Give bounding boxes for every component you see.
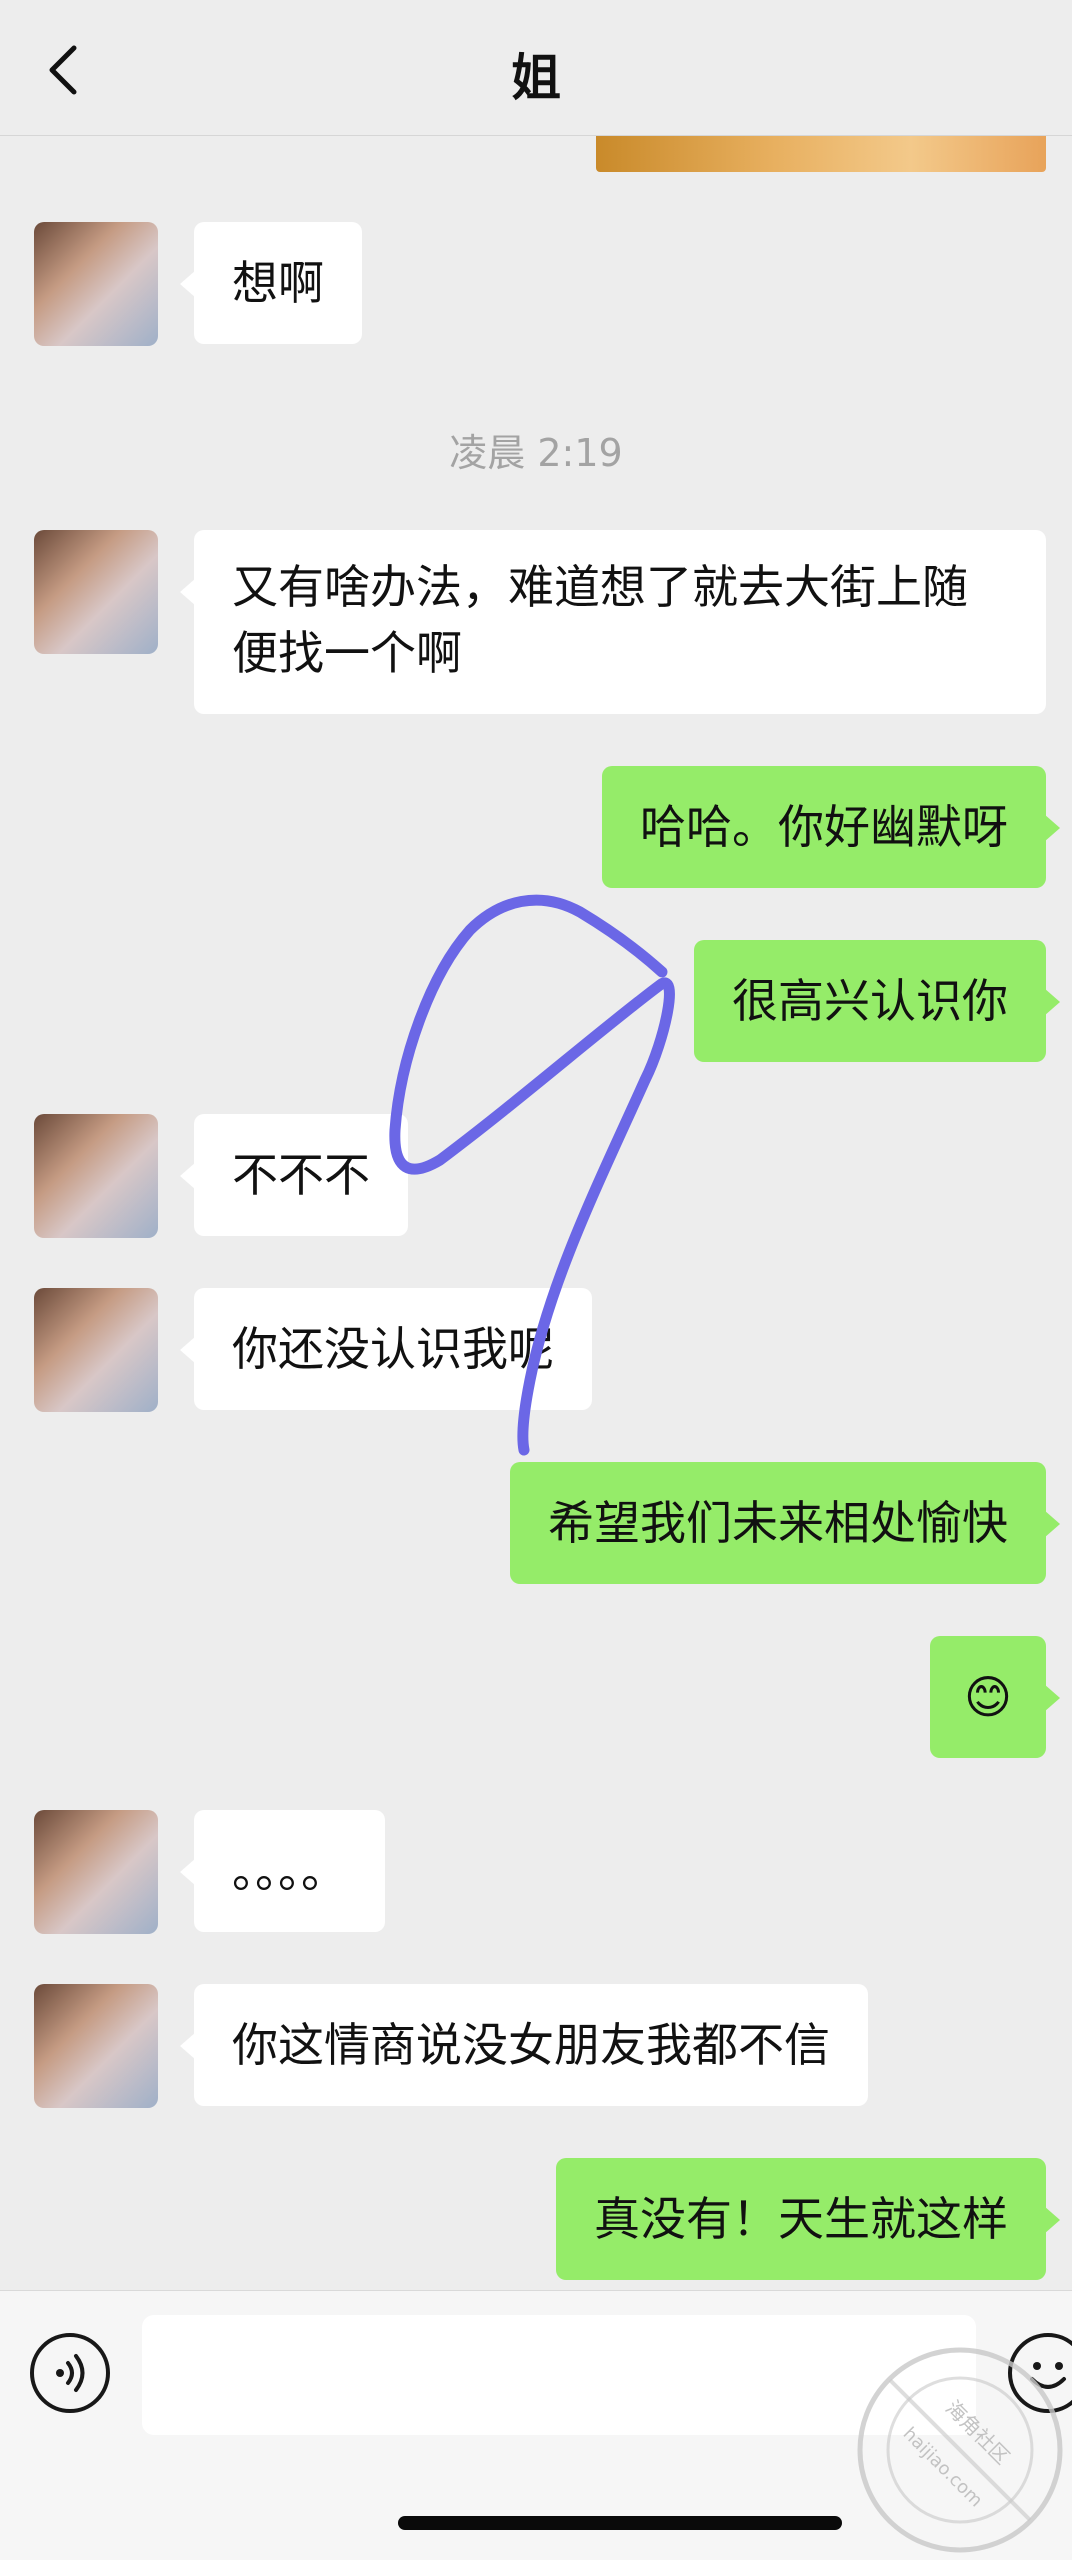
watermark-text-cn: 海角社区 <box>941 2396 1015 2470</box>
voice-button[interactable] <box>30 2333 110 2413</box>
message-bubble[interactable]: 真没有！天生就这样 <box>556 2158 1060 2280</box>
emoji-message-bubble[interactable]: 😊 <box>930 1636 1060 1758</box>
message-bubble[interactable]: 很高兴认识你 <box>694 940 1060 1062</box>
chat-header: 姐 <box>0 0 1072 136</box>
message-bubble[interactable]: 不不不 <box>180 1114 408 1236</box>
watermark-logo: 海角社区 haijiao.com <box>857 2347 1063 2553</box>
message-bubble[interactable]: 你还没认识我呢 <box>180 1288 592 1410</box>
avatar[interactable] <box>34 1114 158 1238</box>
message-bubble[interactable]: 你这情商说没女朋友我都不信 <box>180 1984 868 2106</box>
previous-image-message[interactable] <box>596 136 1046 172</box>
voice-input-icon <box>56 2354 85 2392</box>
chat-title: 姐 <box>511 49 561 107</box>
message-bubble[interactable]: 又有啥办法，难道想了就去大街上随便找一个啊 <box>180 530 1046 714</box>
message-bubble[interactable]: 哈哈。你好幽默呀 <box>602 766 1060 888</box>
message-bubble[interactable]: 。。。。 <box>180 1810 385 1932</box>
timestamp: 凌晨 2:19 <box>449 431 623 475</box>
avatar[interactable] <box>34 1288 158 1412</box>
avatar[interactable] <box>34 1810 158 1934</box>
avatar[interactable] <box>34 222 158 346</box>
message-bubble[interactable]: 想啊 <box>180 222 362 344</box>
chat-screen: 姐 想啊 凌晨 2:19 又有啥办法，难道想了就去大街上随便找一个啊 哈哈。你好… <box>0 0 1072 2560</box>
avatar[interactable] <box>34 530 158 654</box>
message-bubble[interactable]: 希望我们未来相处愉快 <box>510 1462 1060 1584</box>
home-indicator <box>398 2516 842 2530</box>
avatar[interactable] <box>34 1984 158 2108</box>
